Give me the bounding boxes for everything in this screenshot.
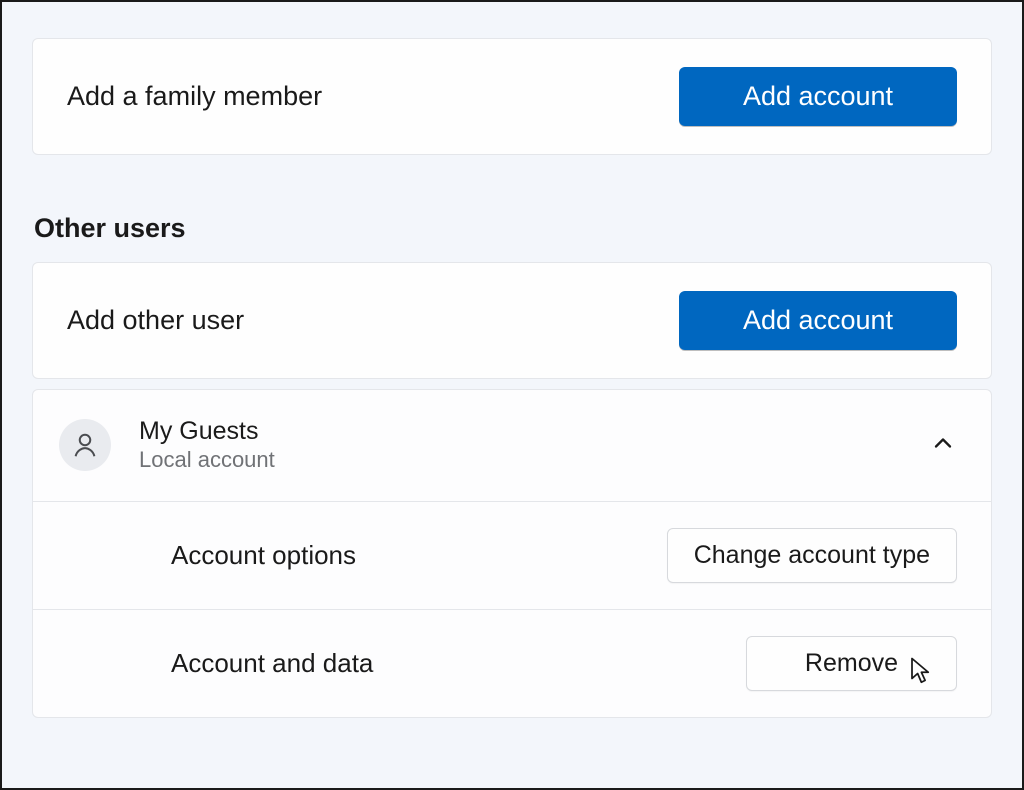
account-and-data-label: Account and data (171, 648, 373, 679)
remove-account-button[interactable]: Remove (746, 636, 957, 691)
user-header-row[interactable]: My Guests Local account (33, 390, 991, 502)
add-family-member-label: Add a family member (67, 81, 322, 112)
add-family-member-card: Add a family member Add account (32, 38, 992, 155)
account-options-label: Account options (171, 540, 356, 571)
add-other-account-button[interactable]: Add account (679, 291, 957, 350)
change-account-type-button[interactable]: Change account type (667, 528, 957, 583)
chevron-up-icon (929, 429, 957, 462)
user-header-left: My Guests Local account (59, 416, 275, 475)
user-entry-card: My Guests Local account Account options … (32, 389, 992, 718)
add-family-account-button[interactable]: Add account (679, 67, 957, 126)
account-options-row: Account options Change account type (33, 502, 991, 610)
account-and-data-row: Account and data Remove (33, 610, 991, 717)
other-users-heading: Other users (34, 213, 992, 244)
add-family-member-row: Add a family member Add account (33, 39, 991, 154)
person-icon (59, 419, 111, 471)
user-text-block: My Guests Local account (139, 416, 275, 475)
user-name: My Guests (139, 416, 275, 446)
add-other-user-card: Add other user Add account (32, 262, 992, 379)
user-account-type: Local account (139, 446, 275, 475)
add-other-user-row: Add other user Add account (33, 263, 991, 378)
remove-button-wrap: Remove (746, 636, 957, 691)
add-other-user-label: Add other user (67, 305, 244, 336)
